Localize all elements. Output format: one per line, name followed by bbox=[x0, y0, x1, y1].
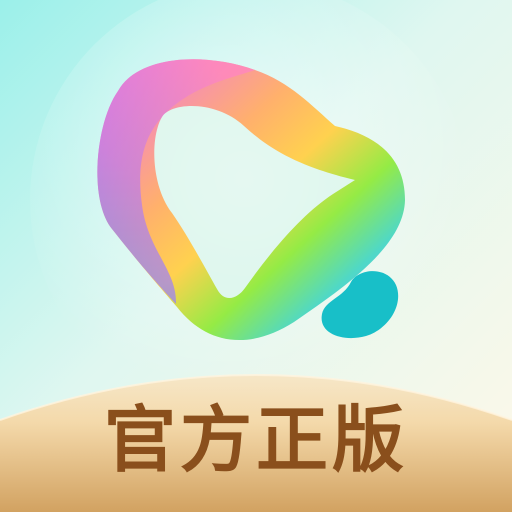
app-icon: 官方正版 bbox=[0, 0, 512, 512]
official-badge-text: 官方正版 bbox=[103, 398, 408, 482]
